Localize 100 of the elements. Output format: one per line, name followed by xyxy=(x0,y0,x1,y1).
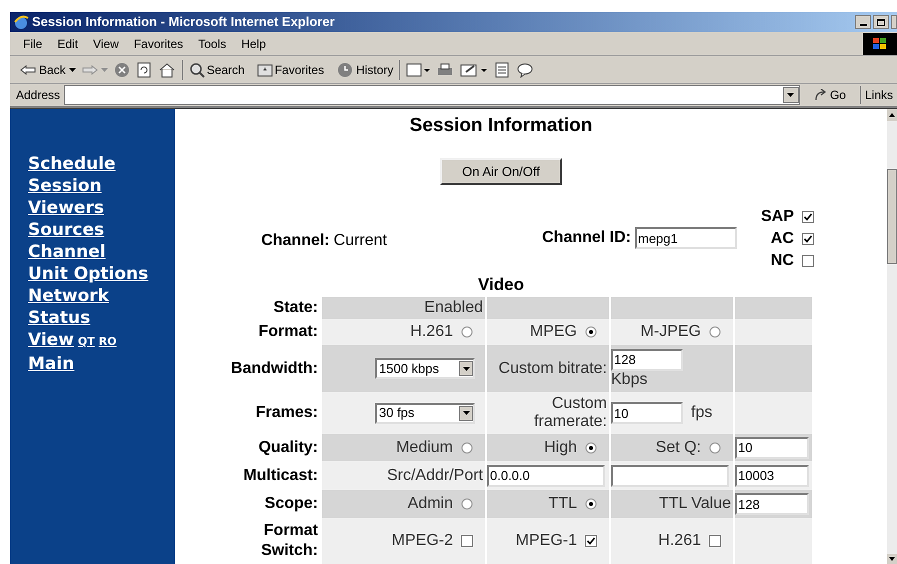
favorites-button[interactable]: Favorites xyxy=(256,60,324,78)
field-label: Bandwidth: xyxy=(230,358,318,378)
field-label: Frames: xyxy=(254,403,318,423)
maximize-button[interactable] xyxy=(873,15,889,29)
checked-checkbox[interactable] xyxy=(585,535,597,547)
scrollbar-thumb[interactable] xyxy=(887,169,897,264)
sidebar-link[interactable]: QT xyxy=(78,331,95,353)
cell-text: Custom framerate: xyxy=(533,395,608,431)
channel-id-field[interactable]: mepg1 xyxy=(635,227,737,249)
option-label: Set Q: xyxy=(656,438,701,458)
menu-item[interactable]: Help xyxy=(236,34,271,52)
on-air-button[interactable]: On Air On/Off xyxy=(440,158,562,185)
radio-button[interactable] xyxy=(461,442,473,454)
sidebar-link[interactable]: Main xyxy=(28,353,74,375)
field-label: Format Switch: xyxy=(260,521,318,561)
cell-text: Custom bitrate: xyxy=(498,360,608,378)
cell-text: Src/Addr/Port xyxy=(386,466,484,484)
sidebar-link[interactable]: Schedule xyxy=(28,153,116,175)
dropdown[interactable]: 1500 kbps xyxy=(375,358,475,379)
minimize-button[interactable] xyxy=(855,15,871,29)
field-label: Format: xyxy=(257,322,318,342)
caret-icon xyxy=(100,68,108,72)
go-button[interactable]: Go xyxy=(804,86,856,104)
field-label: Multicast: xyxy=(242,466,318,486)
scrollbar[interactable] xyxy=(887,109,897,564)
checkbox[interactable] xyxy=(802,255,814,267)
history-button[interactable]: History xyxy=(336,60,394,78)
input-field[interactable]: 128 xyxy=(611,348,683,370)
search-icon xyxy=(188,62,205,78)
sidebar-link[interactable]: Network xyxy=(28,285,109,307)
selected-radio-button[interactable] xyxy=(585,498,597,510)
down-arrow-icon[interactable] xyxy=(889,557,895,561)
sidebar-link[interactable]: Unit Options xyxy=(28,263,148,285)
sidebar-link[interactable]: Sources xyxy=(28,219,104,241)
input-field[interactable] xyxy=(611,464,729,486)
address-field[interactable] xyxy=(64,85,800,105)
windows-logo-icon xyxy=(863,32,897,54)
edit-icon[interactable] xyxy=(460,62,488,78)
links-button[interactable]: Links xyxy=(864,86,897,104)
stop-icon[interactable] xyxy=(114,62,130,78)
sidebar-link[interactable]: Session xyxy=(28,175,102,197)
channel-value: Current xyxy=(334,231,387,251)
option-label: MPEG xyxy=(530,322,577,342)
channel-label: Channel: xyxy=(261,231,330,251)
print-icon[interactable] xyxy=(436,62,454,78)
field-label: Scope: xyxy=(264,494,318,514)
search-button[interactable]: Search xyxy=(188,60,245,78)
option-label: Admin xyxy=(408,494,453,514)
menu-item[interactable]: File xyxy=(18,34,48,52)
flag-label: AC xyxy=(770,229,794,249)
forward-arrow-icon xyxy=(82,64,98,74)
checked-checkbox[interactable] xyxy=(802,233,814,245)
up-arrow-icon[interactable] xyxy=(889,113,895,117)
address-label: Address xyxy=(16,87,60,104)
sidebar-link[interactable]: Viewers xyxy=(28,197,104,219)
sidebar-link[interactable]: RO xyxy=(98,331,117,353)
browser-logo-icon xyxy=(13,14,29,30)
curved-arrow-icon xyxy=(814,89,828,101)
home-icon[interactable] xyxy=(158,62,176,78)
option-label: MPEG-1 xyxy=(516,531,577,551)
radio-button[interactable] xyxy=(709,326,721,338)
option-label: M-JPEG xyxy=(640,322,701,342)
checkbox[interactable] xyxy=(461,535,473,547)
channel-id-label: Channel ID: xyxy=(542,228,631,248)
back-button[interactable]: Back xyxy=(20,60,76,78)
selected-radio-button[interactable] xyxy=(585,442,597,454)
caret-icon xyxy=(462,366,470,370)
radio-button[interactable] xyxy=(461,498,473,510)
dropdown[interactable]: 30 fps xyxy=(375,402,475,424)
cell-text: TTL Value xyxy=(658,495,732,513)
radio-button[interactable] xyxy=(709,442,721,454)
document-icon[interactable] xyxy=(494,62,510,78)
sidebar-link[interactable]: View xyxy=(28,329,74,351)
menu-item[interactable]: Edit xyxy=(52,34,84,52)
checked-checkbox[interactable] xyxy=(802,211,814,223)
input-field[interactable]: 10 xyxy=(735,436,809,458)
checkbox[interactable] xyxy=(709,535,721,547)
option-label: TTL xyxy=(548,494,577,514)
radio-button[interactable] xyxy=(461,326,473,338)
selected-radio-button[interactable] xyxy=(585,326,597,338)
sidebar-link[interactable]: Status xyxy=(28,307,90,329)
menu-item[interactable]: Tools xyxy=(193,34,232,52)
input-field[interactable]: 0.0.0.0 xyxy=(487,464,605,486)
back-arrow-icon xyxy=(20,64,36,74)
sidebar-link[interactable]: Channel xyxy=(28,241,106,263)
field-label: Quality: xyxy=(257,438,318,458)
menu-item[interactable]: Favorites xyxy=(128,34,188,52)
option-label: Medium xyxy=(396,438,453,458)
input-field[interactable]: 128 xyxy=(735,493,809,515)
flag-label: NC xyxy=(770,251,794,271)
refresh-icon[interactable] xyxy=(136,62,152,78)
input-field[interactable]: 10003 xyxy=(735,464,809,486)
caret-icon xyxy=(68,68,76,72)
section-heading: Video xyxy=(478,276,524,294)
caret-icon xyxy=(787,93,794,97)
speech-bubble-icon[interactable] xyxy=(516,62,534,78)
menu-item[interactable]: View xyxy=(88,34,124,52)
dropdown-button[interactable] xyxy=(782,87,799,103)
input-field[interactable]: 10 xyxy=(611,402,683,424)
unit-label: fps xyxy=(691,403,712,423)
